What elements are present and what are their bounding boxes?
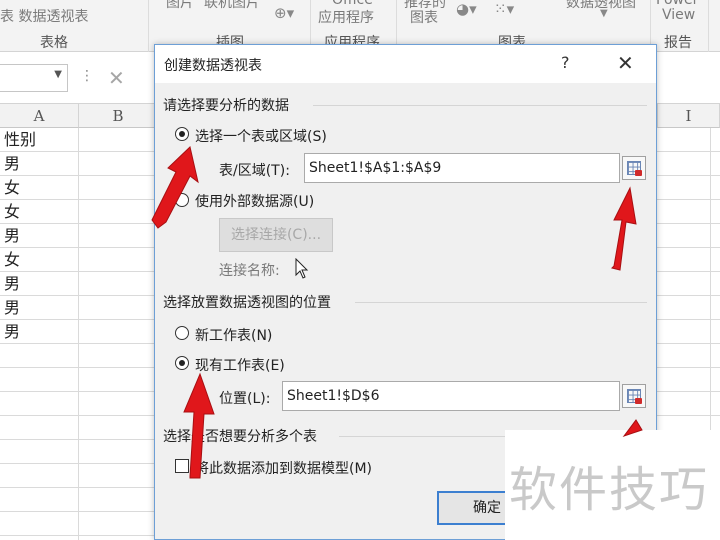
ribbon-pivot-table-label[interactable]: 表 数据透视表 [0,6,88,26]
shapes-icon[interactable]: ⊕▾ [274,4,294,22]
pie-chart-icon[interactable]: ◕▾ [456,0,477,18]
help-button[interactable]: ? [561,53,570,72]
ribbon-pictures-label[interactable]: 图片 [166,0,194,12]
choose-connection-button[interactable]: 选择连接(C)... [219,218,333,252]
watermark-text: 软件技巧 [509,462,710,518]
ribbon-charts-label[interactable]: 图表 [410,7,438,27]
radio-select-range[interactable] [175,127,189,141]
radio-new-worksheet[interactable] [175,326,189,340]
cell-a2[interactable]: 男 [4,152,20,176]
ribbon-online-pictures-label[interactable]: 联机图片 [204,0,260,12]
option-new-worksheet-label[interactable]: 新工作表(N) [195,325,272,345]
add-to-data-model-checkbox[interactable] [175,459,189,473]
chevron-down-icon[interactable]: ▼ [54,69,62,80]
option-external-source-label[interactable]: 使用外部数据源(U) [195,191,314,211]
table-range-input[interactable]: Sheet1!$A$1:$A$9 [304,153,620,183]
ribbon-apps-label[interactable]: 应用程序 [318,7,374,27]
cell-a5[interactable]: 男 [4,224,20,248]
section-divider [313,105,647,106]
column-header-b[interactable]: B [79,104,158,128]
cancel-formula-icon[interactable]: ✕ [108,66,125,90]
column-header-a[interactable]: A [0,104,79,128]
cell-a9[interactable]: 男 [4,320,20,344]
ribbon-group-reports: 报告 [664,35,692,51]
mouse-cursor-icon [295,258,309,279]
cell-a4[interactable]: 女 [4,200,20,224]
ribbon-group-tables: 表格 [40,35,68,51]
section-multiple-tables: 选择是否想要分析多个表 [163,429,317,445]
cell-a6[interactable]: 女 [4,248,20,272]
range-select-arrow-icon [635,398,642,404]
cell-a8[interactable]: 男 [4,296,20,320]
ribbon-separator [148,0,149,52]
range-select-arrow-icon [635,170,642,176]
location-label: 位置(L): [219,391,271,407]
cell-a7[interactable]: 男 [4,272,20,296]
dialog-title-bar[interactable]: 创建数据透视表 ? ✕ [155,45,656,83]
more-options-icon[interactable]: ⋮ [80,68,94,84]
section-divider [355,302,647,303]
section-choose-data: 请选择要分析的数据 [163,98,289,114]
ribbon-view-label[interactable]: View [662,7,695,23]
radio-external-source[interactable] [175,193,189,207]
location-input[interactable]: Sheet1!$D$6 [282,381,620,411]
cell-a1[interactable]: 性别 [4,128,36,152]
column-header-i[interactable]: I [658,104,720,128]
name-box[interactable]: ▼ [0,64,68,92]
add-to-data-model-label[interactable]: 将此数据添加到数据模型(M) [195,458,372,478]
table-range-label: 表/区域(T): [219,163,290,179]
scatter-chart-icon[interactable]: ⁙▾ [494,0,514,18]
option-existing-worksheet-label[interactable]: 现有工作表(E) [195,355,285,375]
option-select-range-label[interactable]: 选择一个表或区域(S) [195,126,327,146]
location-select-button[interactable] [622,384,646,408]
section-choose-location: 选择放置数据透视图的位置 [163,295,331,311]
ribbon-separator [708,0,709,52]
cell-a3[interactable]: 女 [4,176,20,200]
watermark: 软件技巧 [505,430,720,540]
close-button[interactable]: ✕ [617,51,634,75]
range-select-button[interactable] [622,156,646,180]
radio-existing-worksheet[interactable] [175,356,189,370]
chevron-down-icon[interactable]: ▼ [600,8,608,19]
dialog-title: 创建数据透视表 [164,58,262,74]
connection-name-label: 连接名称: [219,263,280,279]
